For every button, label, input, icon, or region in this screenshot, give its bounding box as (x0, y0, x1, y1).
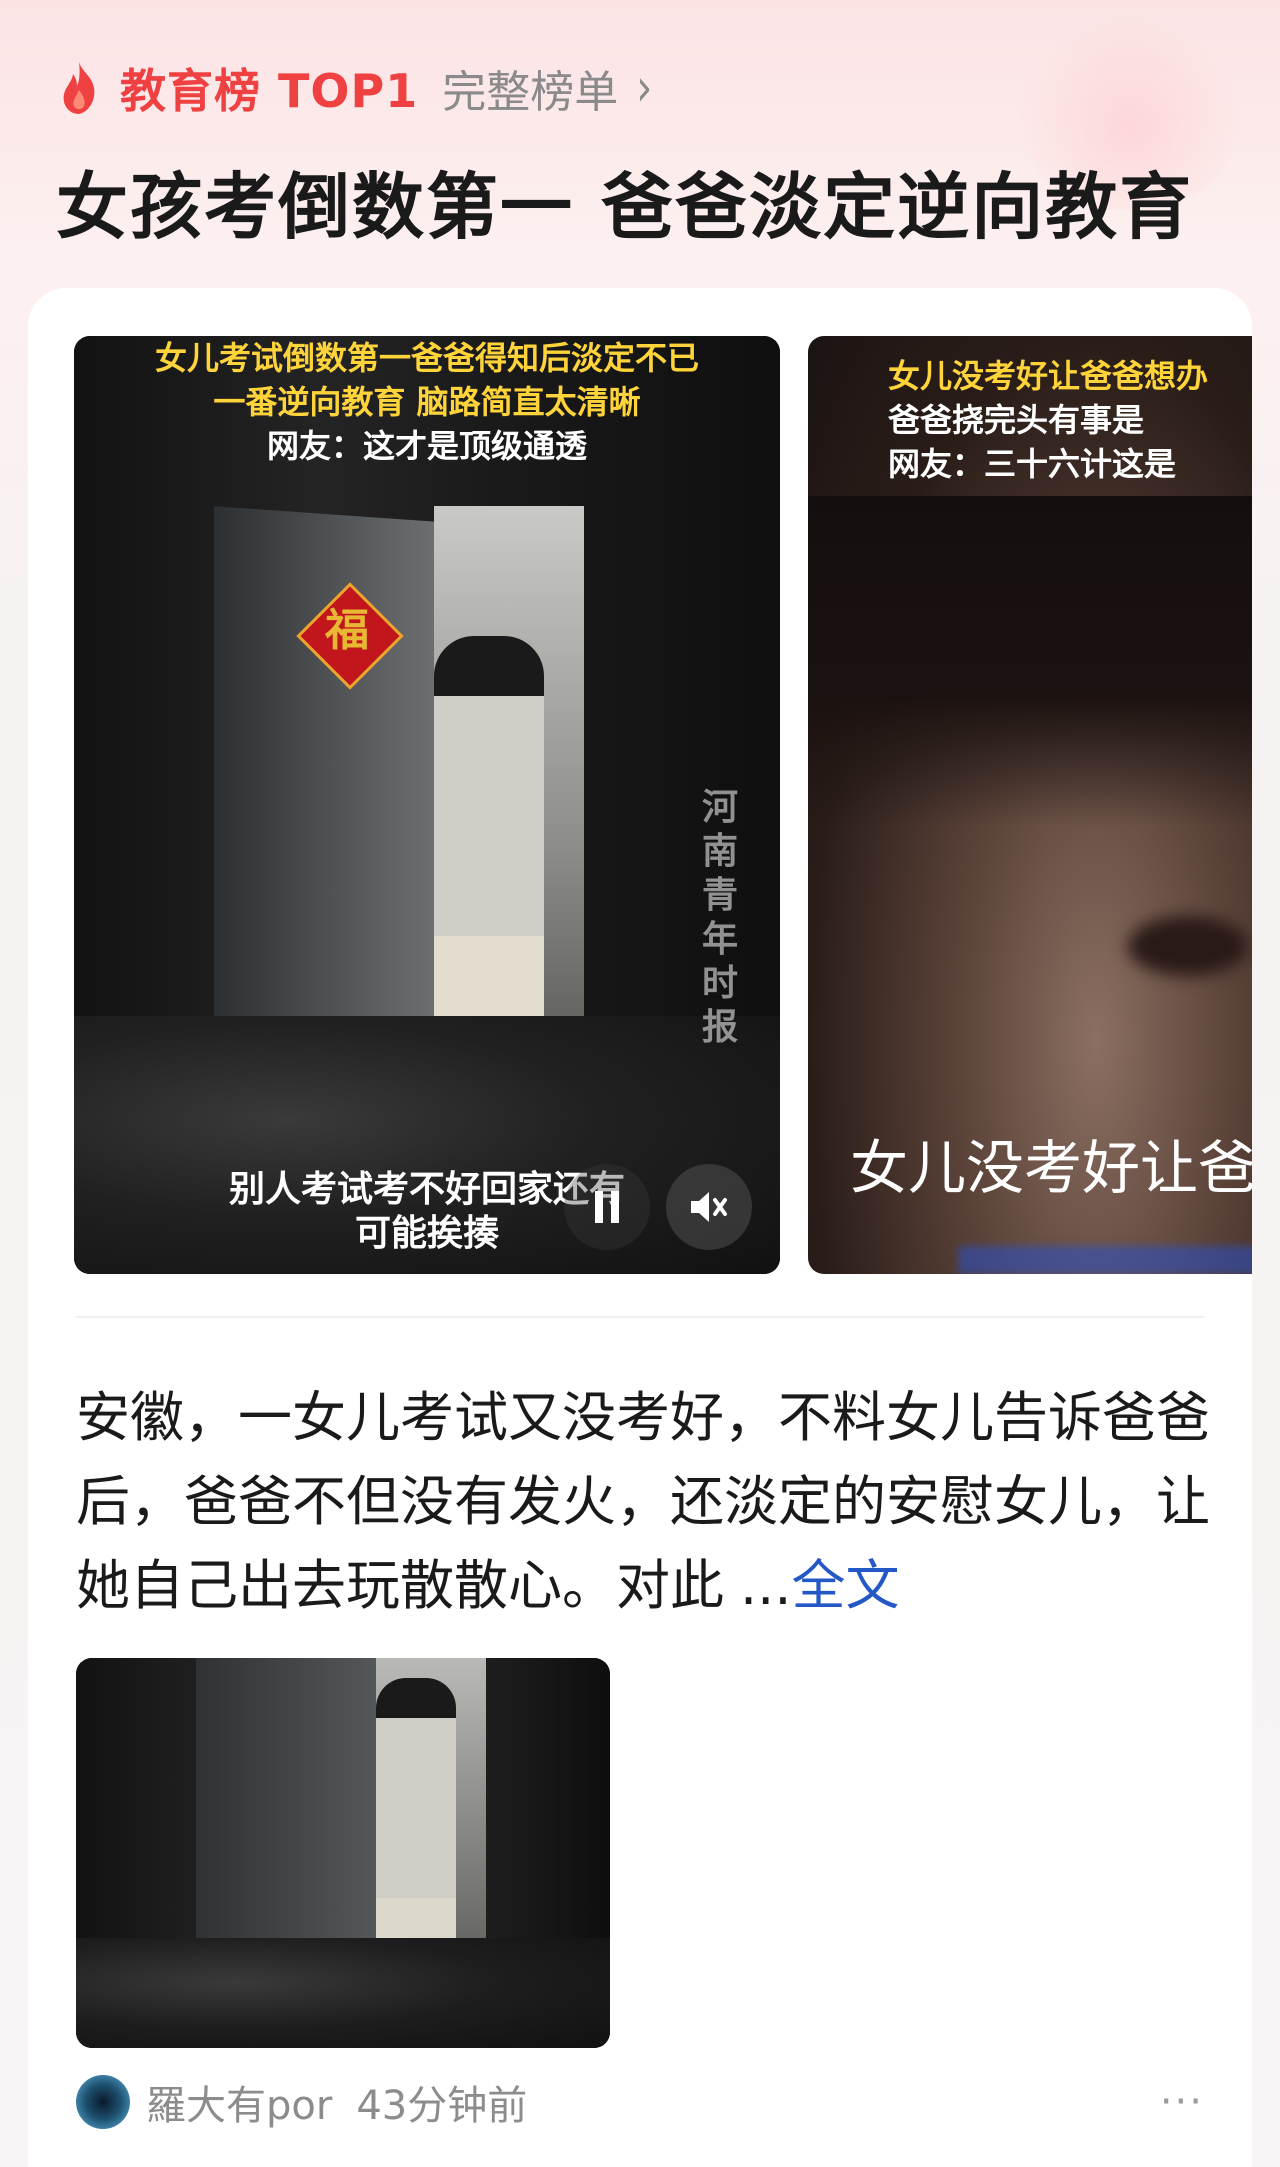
hot-headline[interactable]: 女孩考倒数第一 爸爸淡定逆向教育 (56, 148, 1193, 253)
article-text: 安徽，一女儿考试又没考好，不料女儿告诉爸爸后，爸爸不但没有发火，还淡定的安慰女儿… (76, 1386, 1210, 1617)
video-watermark: 河南青年时报 (701, 787, 738, 1048)
media-carousel[interactable]: 福 女儿考试倒数第一爸爸得知后淡定不已 一番逆向教育 脑路简直太清晰 网友：这才… (74, 336, 1252, 1274)
post-time: 43分钟前 (356, 2083, 528, 2129)
full-text-link[interactable]: 全文 (792, 1554, 900, 1617)
hot-list-banner: 教育榜 TOP1 完整榜单 › 女孩考倒数第一 爸爸淡定逆向教育 (0, 0, 1280, 300)
post-meta: 羅大有por 43分钟前 ··· (76, 2074, 1204, 2130)
video-2-overlay-title: 女儿没考好让爸爸想办 爸爸挠完头有事是 网友：三十六计这是 (808, 354, 1252, 486)
author-name[interactable]: 羅大有por (146, 2073, 332, 2131)
video-scene-person (434, 636, 544, 1056)
video-2-blurred-strip (958, 1246, 1252, 1274)
avatar[interactable] (76, 2075, 130, 2129)
video-2-caption: 女儿没考好让爸爸 (850, 1134, 1252, 1202)
video-overlay-line-1: 女儿考试倒数第一爸爸得知后淡定不已 (154, 339, 699, 377)
video-2-scene-hair (808, 496, 1252, 826)
pause-icon[interactable] (564, 1164, 650, 1250)
section-divider (76, 1316, 1204, 1318)
image-scene-bed (76, 1938, 610, 2048)
fu-character: 福 (325, 605, 369, 656)
more-icon[interactable]: ··· (1160, 2074, 1204, 2130)
news-card: 福 女儿考试倒数第一爸爸得知后淡定不已 一番逆向教育 脑路简直太清晰 网友：这才… (28, 288, 1252, 2167)
video-2-overlay-line-1: 女儿没考好让爸爸想办 (888, 357, 1209, 395)
video-2-scene-eye (1128, 916, 1248, 976)
video-2-overlay-line-3: 网友：三十六计这是 (888, 445, 1177, 483)
flame-icon (63, 62, 95, 114)
video-2-overlay-line-2: 爸爸挠完头有事是 (888, 401, 1145, 439)
article-summary[interactable]: 安徽，一女儿考试又没考好，不料女儿告诉爸爸后，爸爸不但没有发火，还淡定的安慰女儿… (76, 1376, 1226, 1628)
hot-list-label: 教育榜 TOP1 (120, 64, 419, 118)
article-image[interactable] (76, 1658, 610, 2048)
video-thumbnail-1[interactable]: 福 女儿考试倒数第一爸爸得知后淡定不已 一番逆向教育 脑路简直太清晰 网友：这才… (74, 336, 780, 1274)
hot-list-rank-row[interactable]: 教育榜 TOP1 完整榜单 › (56, 58, 652, 118)
video-overlay-line-2: 一番逆向教育 脑路简直太清晰 (213, 383, 641, 421)
ellipsis: ... (740, 1554, 792, 1617)
full-list-link[interactable]: 完整榜单 (442, 56, 618, 120)
video-overlay-title: 女儿考试倒数第一爸爸得知后淡定不已 一番逆向教育 脑路简直太清晰 网友：这才是顶… (74, 336, 780, 468)
video-overlay-line-3: 网友：这才是顶级通透 (266, 427, 587, 465)
video-thumbnail-2[interactable]: 女儿没考好让爸爸想办 爸爸挠完头有事是 网友：三十六计这是 女儿没考好让爸爸 (808, 336, 1252, 1274)
chevron-right-icon[interactable]: › (636, 58, 652, 118)
mute-icon[interactable] (666, 1164, 752, 1250)
